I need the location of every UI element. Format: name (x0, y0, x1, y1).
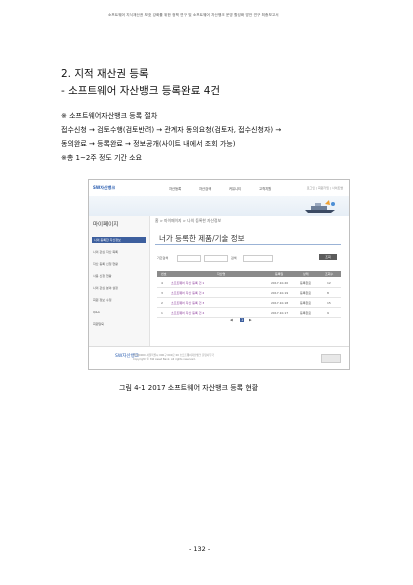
site-footer: SW자산뱅크 (우)00000 서울특별시 000구 000로 00 소프트웨어… (89, 346, 349, 369)
title-divider (155, 244, 341, 245)
cell-date: 2017.10.19 (271, 291, 289, 295)
site-logo[interactable]: SW자산뱅크 (93, 185, 115, 191)
cell-views: 15 (327, 301, 331, 305)
cell-date: 2017.10.18 (271, 301, 289, 305)
table-header: 번호 자산명 등록일 상태 조회수 (157, 271, 341, 277)
procedure-line-2: 동의완료 → 등록완료 → 정보공개(사이트 내에서 조회 가능) (61, 140, 236, 148)
banner (89, 196, 349, 216)
nav-item[interactable]: 커뮤니티 (229, 186, 241, 191)
table-row[interactable]: 2 소프트웨어 자산 등록 건 3 2017.10.18 등록완료 15 (157, 298, 341, 308)
footer-address: (우)00000 서울특별시 000구 000로 00 소프트웨어자산뱅크 운영… (133, 354, 214, 357)
cell-date: 2017.10.20 (271, 281, 289, 285)
pager-next[interactable]: ▶ (249, 318, 252, 322)
column-header: 자산명 (217, 272, 226, 276)
cell-date: 2017.10.17 (271, 311, 289, 315)
sidebar-item[interactable]: 자산 등록 신청 현황 (93, 262, 145, 266)
sidebar-item[interactable]: 회원탈퇴 (93, 322, 145, 326)
table-row[interactable]: 3 소프트웨어 자산 등록 건 2 2017.10.19 등록완료 8 (157, 288, 341, 298)
cell-number: 1 (161, 311, 163, 315)
column-header: 등록일 (275, 272, 284, 276)
cell-title[interactable]: 소프트웨어 자산 등록 건 4 (171, 311, 204, 315)
cell-status: 등록완료 (300, 281, 312, 285)
sidebar-item[interactable]: 사용 신청 현황 (93, 274, 145, 278)
cell-title[interactable]: 소프트웨어 자산 등록 건 3 (171, 301, 204, 305)
breadcrumb: 홈 > 마이페이지 > 나의 등록한 자산정보 (155, 218, 222, 223)
sidebar-item[interactable]: 나의 관심 분야 설정 (93, 286, 145, 290)
start-date-input[interactable] (177, 255, 201, 262)
sidebar-item[interactable]: Q&A (93, 310, 145, 314)
table-row[interactable]: 1 소프트웨어 자산 등록 건 4 2017.10.17 등록완료 9 (157, 308, 341, 318)
column-header: 번호 (161, 272, 167, 276)
pager-page[interactable]: 1 (240, 318, 245, 322)
nav-item[interactable]: 자산등록 (169, 186, 181, 191)
filter-label: 기간검색 (157, 256, 169, 260)
sidebar-item[interactable]: 회원 정보 수정 (93, 298, 145, 302)
sidebar-title: 마이페이지 (93, 222, 119, 228)
figure-caption: 그림 4-1 2017 소프트웨어 자산뱅크 등록 현황 (119, 384, 259, 392)
cell-number: 3 (161, 291, 163, 295)
pager-prev[interactable]: ◀ (230, 318, 233, 322)
sidebar-item[interactable]: 나의 관심 자산 목록 (93, 250, 145, 254)
procedure-heading: ※ 소프트웨어자산뱅크 등록 절차 (61, 112, 158, 120)
cell-status: 등록완료 (300, 291, 312, 295)
running-header: 소프트웨어 지식재산권 보호 강화를 위한 정책 연구 및 소프트웨어 자산뱅크… (108, 13, 279, 17)
cell-status: 등록완료 (300, 311, 312, 315)
column-header: 조회수 (325, 272, 334, 276)
cell-views: 8 (327, 291, 329, 295)
search-button[interactable]: 조회 (319, 254, 337, 260)
ship-illustration-icon (305, 200, 335, 213)
end-date-input[interactable] (204, 255, 228, 262)
column-header: 상태 (303, 272, 309, 276)
page-title: 너가 등록한 제품/기술 정보 (159, 234, 245, 243)
screenshot-figure: SW자산뱅크 자산등록 자산검색 커뮤니티 고객지원 로그인 | 회원가입 | … (88, 179, 350, 370)
site-topbar: SW자산뱅크 자산등록 자산검색 커뮤니티 고객지원 로그인 | 회원가입 | … (89, 180, 349, 197)
table-row[interactable]: 4 소프트웨어 자산 등록 건 1 2017.10.20 등록완료 12 (157, 278, 341, 288)
section-title: 2. 지적 재산권 등록 (61, 68, 149, 80)
search-input[interactable] (243, 255, 273, 262)
nav-item[interactable]: 자산검색 (199, 186, 211, 191)
cell-title[interactable]: 소프트웨어 자산 등록 건 1 (171, 281, 204, 285)
cell-title[interactable]: 소프트웨어 자산 등록 건 2 (171, 291, 204, 295)
cell-number: 2 (161, 301, 163, 305)
section-subtitle: - 소프트웨어 자산뱅크 등록완료 4건 (61, 85, 221, 97)
cell-status: 등록완료 (300, 301, 312, 305)
cell-number: 4 (161, 281, 163, 285)
sidebar-item-active[interactable]: 나의 등록한 자산정보 (92, 237, 146, 243)
sidebar: 마이페이지 나의 등록한 자산정보 나의 관심 자산 목록 자산 등록 신청 현… (89, 216, 150, 346)
procedure-duration: ※총 1~2주 정도 기간 소요 (61, 154, 143, 162)
page-number: - 132 - (189, 545, 211, 553)
cell-views: 9 (327, 311, 329, 315)
certification-badge (321, 354, 341, 363)
top-right-links[interactable]: 로그인 | 회원가입 | 사이트맵 (307, 186, 343, 190)
procedure-line-1: 접수신청 → 검토수행(검토반려) → 관계자 동의요청(검토자, 접수신청자)… (61, 126, 282, 134)
cell-views: 12 (327, 281, 331, 285)
footer-copyright: Copyright © SW Asset Bank. All rights re… (133, 358, 196, 361)
search-label: 검색 (231, 256, 237, 260)
nav-item[interactable]: 고객지원 (259, 186, 271, 191)
